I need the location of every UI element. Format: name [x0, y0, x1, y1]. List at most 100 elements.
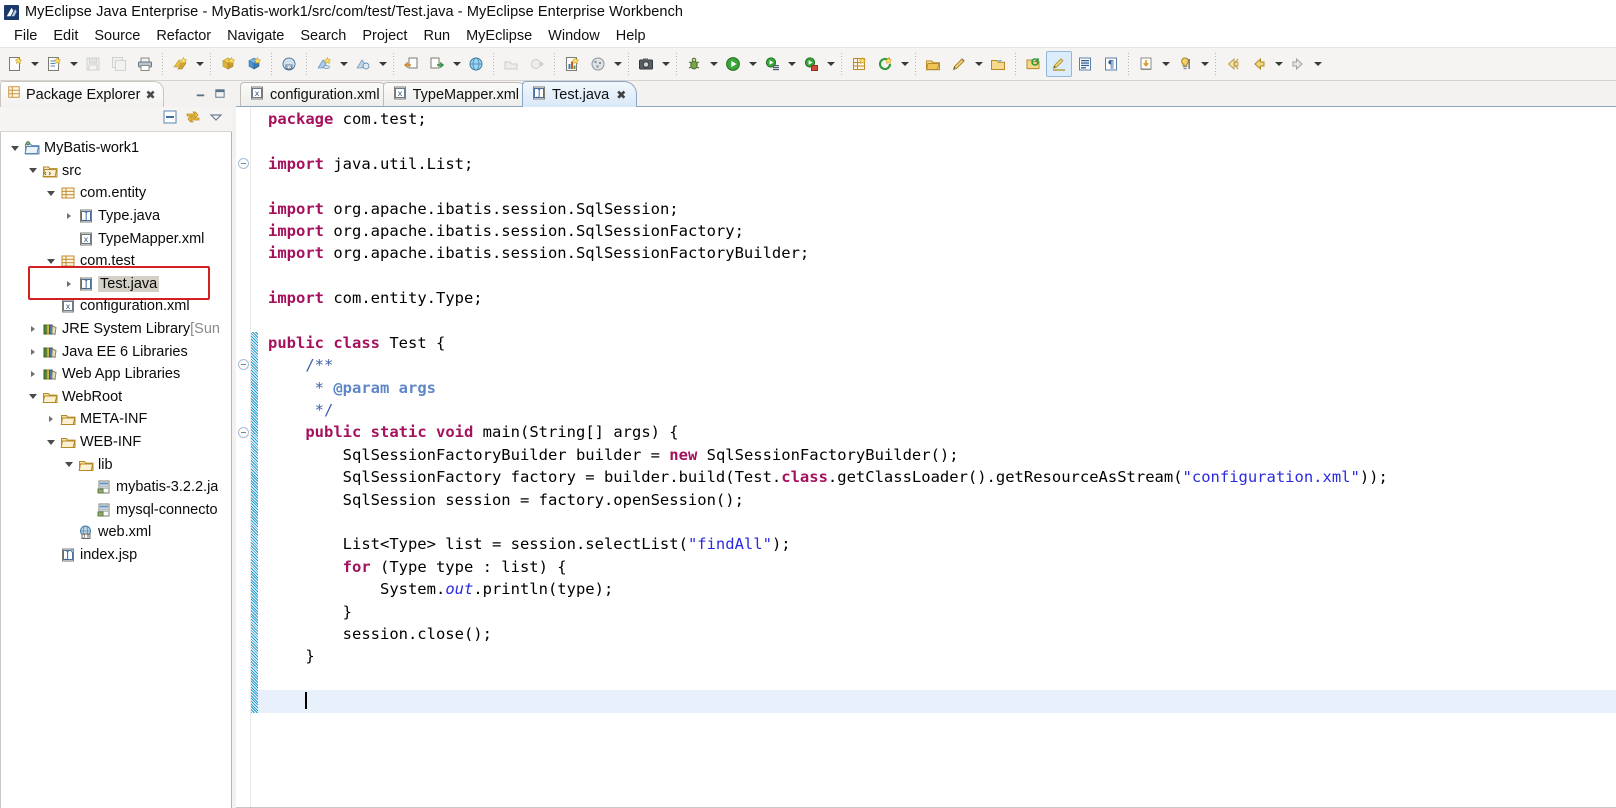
- chevron-down-icon[interactable]: [25, 163, 41, 179]
- link-with-editor-icon[interactable]: [185, 109, 201, 130]
- tree-item-meta-inf[interactable]: META-INF: [1, 408, 231, 431]
- chevron-down-icon[interactable]: [824, 52, 837, 76]
- chevron-down-icon[interactable]: [7, 140, 23, 156]
- tree-item-test-java[interactable]: J Test.java: [1, 273, 231, 296]
- fold-collapse-icon[interactable]: [238, 426, 249, 438]
- toggle-markoccurrences-icon[interactable]: [1046, 51, 1072, 77]
- back-history-icon[interactable]: [1220, 51, 1246, 77]
- pencil-edit-icon[interactable]: [946, 51, 972, 77]
- editor-tab-typemapper-xml[interactable]: x TypeMapper.xml: [382, 82, 530, 107]
- menu-run[interactable]: Run: [415, 28, 458, 44]
- tree-item-com-entity[interactable]: com.entity: [1, 182, 231, 205]
- deploy-yellow-box-icon[interactable]: [215, 51, 241, 77]
- menu-window[interactable]: Window: [540, 28, 608, 44]
- chevron-right-icon[interactable]: [25, 344, 41, 360]
- run-icon[interactable]: [720, 51, 746, 77]
- tree-item-web-xml[interactable]: 3.0 web.xml: [1, 521, 231, 544]
- show-paragraph-icon[interactable]: ¶: [1098, 51, 1124, 77]
- chevron-down-icon[interactable]: [43, 253, 59, 269]
- fold-collapse-icon[interactable]: [238, 157, 249, 169]
- chevron-down-icon[interactable]: [746, 52, 759, 76]
- tree-item-mybatis-work1[interactable]: MyBatis-work1: [1, 137, 231, 160]
- chevron-right-icon[interactable]: [61, 208, 77, 224]
- import-project-icon[interactable]: [398, 51, 424, 77]
- fold-collapse-icon[interactable]: [238, 359, 249, 371]
- tree-item-configuration-xml[interactable]: x configuration.xml: [1, 295, 231, 318]
- tree-item-java-ee-6-libraries[interactable]: Java EE 6 Libraries: [1, 340, 231, 363]
- export-project-icon[interactable]: [424, 51, 450, 77]
- globe-report-icon[interactable]: [585, 51, 611, 77]
- chevron-down-icon[interactable]: [67, 52, 80, 76]
- editor-tab-configuration-xml[interactable]: x configuration.xml: [240, 82, 391, 107]
- chevron-down-icon[interactable]: [450, 52, 463, 76]
- chevron-down-icon[interactable]: [43, 434, 59, 450]
- snapshot-icon[interactable]: [633, 51, 659, 77]
- myeclipse-quick-deploy-icon[interactable]: [167, 51, 193, 77]
- chevron-down-icon[interactable]: [1311, 52, 1324, 76]
- menu-project[interactable]: Project: [354, 28, 415, 44]
- chevron-down-icon[interactable]: [707, 52, 720, 76]
- show-whitespace-icon[interactable]: [1072, 51, 1098, 77]
- menu-search[interactable]: Search: [292, 28, 354, 44]
- menu-source[interactable]: Source: [86, 28, 148, 44]
- new-package-icon[interactable]: [846, 51, 872, 77]
- tree-item-jre-system-library[interactable]: JRE System Library [Sun: [1, 318, 231, 341]
- db-browser-icon[interactable]: [350, 51, 376, 77]
- close-icon[interactable]: ✖: [616, 88, 626, 102]
- chevron-down-icon[interactable]: [972, 52, 985, 76]
- deploy-blue-box-icon[interactable]: [241, 51, 267, 77]
- web-browser-icon[interactable]: [463, 51, 489, 77]
- tree-item-webroot[interactable]: WebRoot: [1, 386, 231, 409]
- menu-file[interactable]: File: [6, 28, 45, 44]
- view-menu-icon[interactable]: [208, 109, 224, 130]
- print-icon[interactable]: [132, 51, 158, 77]
- new-report-icon[interactable]: [559, 51, 585, 77]
- chevron-right-icon[interactable]: [61, 276, 77, 292]
- tree-item-typemapper-xml[interactable]: x TypeMapper.xml: [1, 227, 231, 250]
- tree-item-web-inf[interactable]: WEB-INF: [1, 431, 231, 454]
- tree-item-src[interactable]: src: [1, 160, 231, 183]
- menu-navigate[interactable]: Navigate: [219, 28, 292, 44]
- chevron-down-icon[interactable]: [611, 52, 624, 76]
- search-reference-icon[interactable]: [1020, 51, 1046, 77]
- tree-item-type-java[interactable]: J Type.java: [1, 205, 231, 228]
- refresh-green-icon[interactable]: [872, 51, 898, 77]
- database-explorer-icon[interactable]: [311, 51, 337, 77]
- download-anchor-icon[interactable]: [1133, 51, 1159, 77]
- servers-icon[interactable]: 2.0: [276, 51, 302, 77]
- debug-icon[interactable]: [681, 51, 707, 77]
- maximize-icon[interactable]: [213, 87, 226, 105]
- menu-myeclipse[interactable]: MyEclipse: [458, 28, 540, 44]
- menu-refactor[interactable]: Refactor: [148, 28, 219, 44]
- new-wizard-icon[interactable]: [2, 51, 28, 77]
- new-java-class-icon[interactable]: [41, 51, 67, 77]
- chevron-down-icon[interactable]: [1198, 52, 1211, 76]
- chevron-down-icon[interactable]: [376, 52, 389, 76]
- chevron-down-icon[interactable]: [898, 52, 911, 76]
- tree-item-web-app-libraries[interactable]: Web App Libraries: [1, 363, 231, 386]
- source-code[interactable]: package com.test; import java.util.List;…: [258, 107, 1616, 807]
- chevron-down-icon[interactable]: [337, 52, 350, 76]
- forward-arrow-icon[interactable]: [1285, 51, 1311, 77]
- collapse-all-icon[interactable]: [162, 109, 178, 130]
- chevron-right-icon[interactable]: [25, 321, 41, 337]
- tree-item-mysql-connecto[interactable]: mysql-connecto: [1, 499, 231, 522]
- editor-gutter[interactable]: [236, 107, 251, 807]
- tab-package-explorer[interactable]: Package Explorer ✖: [0, 81, 164, 107]
- chevron-right-icon[interactable]: [25, 366, 41, 382]
- project-tree[interactable]: MyBatis-work1 src com.entity J Type.java x Typ…: [0, 132, 232, 808]
- chevron-right-icon[interactable]: [43, 411, 59, 427]
- back-arrow-icon[interactable]: [1246, 51, 1272, 77]
- chevron-down-icon[interactable]: [61, 457, 77, 473]
- chevron-down-icon[interactable]: [785, 52, 798, 76]
- chevron-down-icon[interactable]: [193, 52, 206, 76]
- chevron-down-icon[interactable]: [43, 185, 59, 201]
- minimize-icon[interactable]: [194, 87, 207, 105]
- tree-item-index-jsp[interactable]: Jindex.jsp: [1, 544, 231, 567]
- tree-item-mybatis-3-2-2-ja[interactable]: mybatis-3.2.2.ja: [1, 476, 231, 499]
- profile-icon[interactable]: [798, 51, 824, 77]
- tree-item-com-test[interactable]: com.test: [1, 250, 231, 273]
- menu-edit[interactable]: Edit: [45, 28, 86, 44]
- chevron-down-icon[interactable]: [1272, 52, 1285, 76]
- code-area[interactable]: package com.test; import java.util.List;…: [258, 107, 1616, 807]
